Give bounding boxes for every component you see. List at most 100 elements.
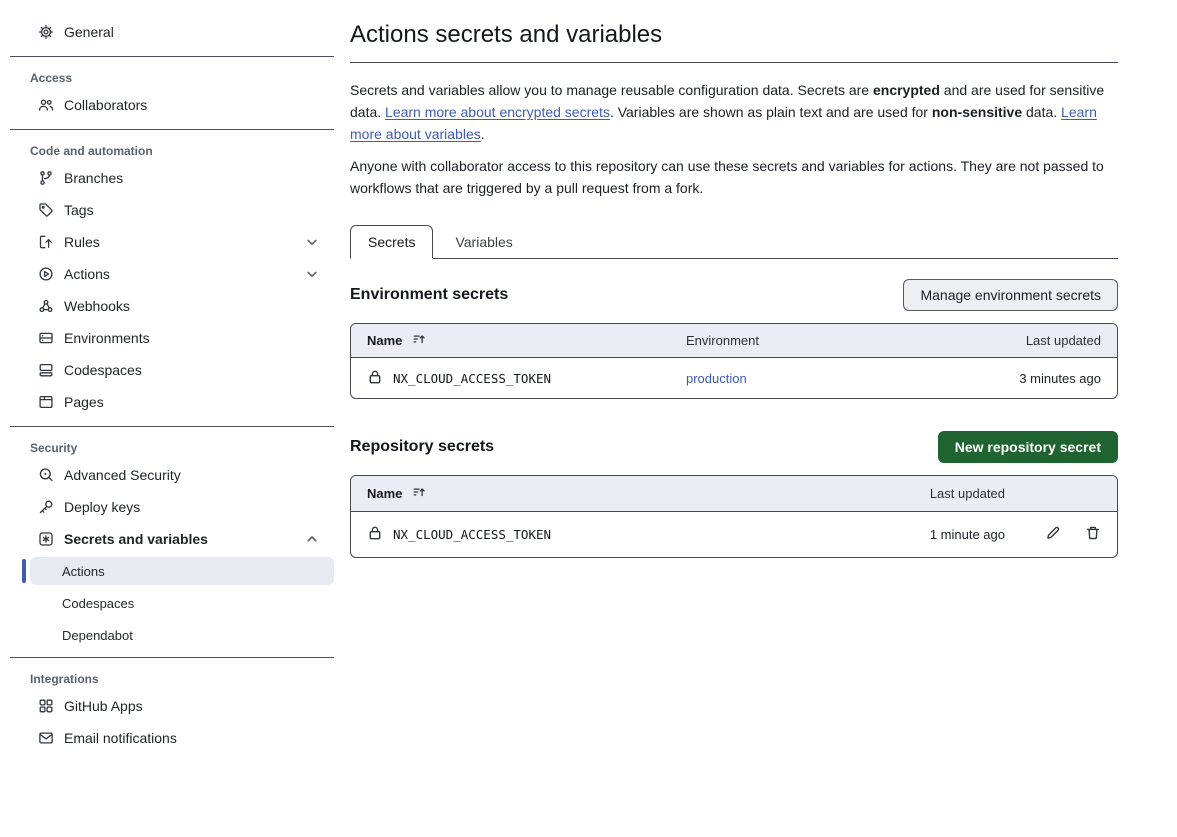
sidebar-item-label: Collaborators (64, 97, 147, 113)
repository-secrets-header: Repository secrets New repository secret (350, 431, 1118, 463)
manage-environment-secrets-button[interactable]: Manage environment secrets (903, 279, 1118, 311)
edit-secret-button[interactable] (1045, 525, 1061, 544)
sidebar-divider (10, 426, 334, 427)
pencil-icon (1045, 525, 1061, 544)
sidebar-section-label-integrations: Integrations (30, 672, 334, 686)
subnav-item-codespaces[interactable]: Codespaces (30, 589, 334, 617)
tag-icon (38, 202, 54, 218)
column-header-last-updated: Last updated (885, 486, 1005, 501)
sidebar-item-deploy-keys[interactable]: Deploy keys (10, 491, 334, 523)
intro-bold-encrypted: encrypted (873, 82, 940, 98)
sidebar-item-collaborators[interactable]: Collaborators (10, 89, 334, 121)
asterisk-box-icon (38, 531, 54, 547)
environment-secrets-header: Environment secrets Manage environment s… (350, 279, 1118, 311)
sidebar-item-actions[interactable]: Actions (10, 258, 334, 290)
intro-text: . (481, 126, 485, 142)
codespaces-icon (38, 362, 54, 378)
secrets-subnav: Actions Codespaces Dependabot (30, 557, 334, 649)
sidebar-item-webhooks[interactable]: Webhooks (10, 290, 334, 322)
secrets-variables-tabs: Secrets Variables (350, 225, 1118, 259)
page-title: Actions secrets and variables (350, 21, 1118, 49)
collaborator-note: Anyone with collaborator access to this … (350, 155, 1118, 199)
subnav-item-dependabot[interactable]: Dependabot (30, 621, 334, 649)
trash-icon (1085, 525, 1101, 544)
git-branch-icon (38, 170, 54, 186)
chevron-down-icon (304, 266, 320, 282)
sidebar-item-secrets-and-variables[interactable]: Secrets and variables (10, 523, 334, 555)
sidebar-item-email-notifications[interactable]: Email notifications (10, 722, 334, 754)
sidebar-item-rules[interactable]: Rules (10, 226, 334, 258)
sidebar-item-branches[interactable]: Branches (10, 162, 334, 194)
lock-icon (367, 525, 383, 544)
key-icon (38, 499, 54, 515)
intro-bold-non-sensitive: non-sensitive (932, 104, 1022, 120)
sidebar-divider (10, 129, 334, 130)
subnav-item-label: Actions (62, 564, 105, 579)
subnav-item-actions[interactable]: Actions (30, 557, 334, 585)
last-updated-value: 1 minute ago (885, 527, 1005, 542)
sidebar-item-label: Tags (64, 202, 94, 218)
sidebar-item-label: Actions (64, 266, 110, 282)
intro-text: . Variables are shown as plain text and … (610, 104, 932, 120)
sidebar-divider (10, 56, 334, 57)
sidebar-divider (10, 657, 334, 658)
column-header-environment: Environment (686, 333, 961, 348)
selected-accent-bar (22, 559, 26, 583)
sidebar-item-label: Secrets and variables (64, 531, 208, 547)
delete-secret-button[interactable] (1085, 525, 1101, 544)
server-icon (38, 330, 54, 346)
column-header-name: Name (367, 333, 402, 348)
settings-sidebar: General Access Collaborators Code and au… (10, 0, 334, 754)
sidebar-item-github-apps[interactable]: GitHub Apps (10, 690, 334, 722)
table-header-row: Name Environment Last updated (351, 324, 1117, 357)
sidebar-item-label: Rules (64, 234, 100, 250)
repository-secrets-heading: Repository secrets (350, 438, 494, 456)
sidebar-item-label: Codespaces (64, 362, 142, 378)
sidebar-item-label: Webhooks (64, 298, 130, 314)
sidebar-item-tags[interactable]: Tags (10, 194, 334, 226)
apps-grid-icon (38, 698, 54, 714)
secret-name: NX_CLOUD_ACCESS_TOKEN (393, 527, 551, 542)
sort-ascending-icon[interactable] (412, 485, 426, 502)
sidebar-item-label: Pages (64, 394, 104, 410)
sidebar-item-label: GitHub Apps (64, 698, 143, 714)
tab-variables[interactable]: Variables (433, 226, 534, 258)
link-encrypted-secrets[interactable]: Learn more about encrypted secrets (385, 104, 610, 120)
environment-secrets-table: Name Environment Last updated NX_CLOUD_A… (350, 323, 1118, 399)
intro-paragraph: Secrets and variables allow you to manag… (350, 79, 1118, 145)
sidebar-item-environments[interactable]: Environments (10, 322, 334, 354)
table-row: NX_CLOUD_ACCESS_TOKEN production 3 minut… (351, 357, 1117, 398)
play-icon (38, 266, 54, 282)
title-divider (350, 62, 1118, 63)
rules-icon (38, 234, 54, 250)
secret-name: NX_CLOUD_ACCESS_TOKEN (393, 371, 551, 386)
column-header-name: Name (367, 486, 402, 501)
sidebar-item-advanced-security[interactable]: Advanced Security (10, 459, 334, 491)
people-icon (38, 97, 54, 113)
column-header-last-updated: Last updated (961, 333, 1101, 348)
lock-icon (367, 369, 383, 388)
sidebar-item-label: Deploy keys (64, 499, 140, 515)
sidebar-item-codespaces[interactable]: Codespaces (10, 354, 334, 386)
new-repository-secret-button[interactable]: New repository secret (938, 431, 1118, 463)
sidebar-section-label-code: Code and automation (30, 144, 334, 158)
sidebar-section-label-security: Security (30, 441, 334, 455)
table-header-row: Name Last updated (351, 476, 1117, 511)
mail-icon (38, 730, 54, 746)
last-updated-value: 3 minutes ago (961, 371, 1101, 386)
sidebar-item-label: General (64, 24, 114, 40)
sidebar-item-pages[interactable]: Pages (10, 386, 334, 418)
table-row: NX_CLOUD_ACCESS_TOKEN 1 minute ago (351, 511, 1117, 557)
sort-ascending-icon[interactable] (412, 332, 426, 349)
codescan-icon (38, 467, 54, 483)
gear-icon (38, 24, 54, 40)
sidebar-item-label: Environments (64, 330, 150, 346)
environment-link[interactable]: production (686, 371, 747, 386)
sidebar-item-general[interactable]: General (10, 16, 334, 48)
subnav-item-label: Dependabot (62, 628, 133, 643)
tab-secrets[interactable]: Secrets (350, 225, 433, 259)
subnav-item-label: Codespaces (62, 596, 134, 611)
main-content: Actions secrets and variables Secrets an… (350, 0, 1118, 558)
intro-text: data. (1022, 104, 1061, 120)
webhook-icon (38, 298, 54, 314)
